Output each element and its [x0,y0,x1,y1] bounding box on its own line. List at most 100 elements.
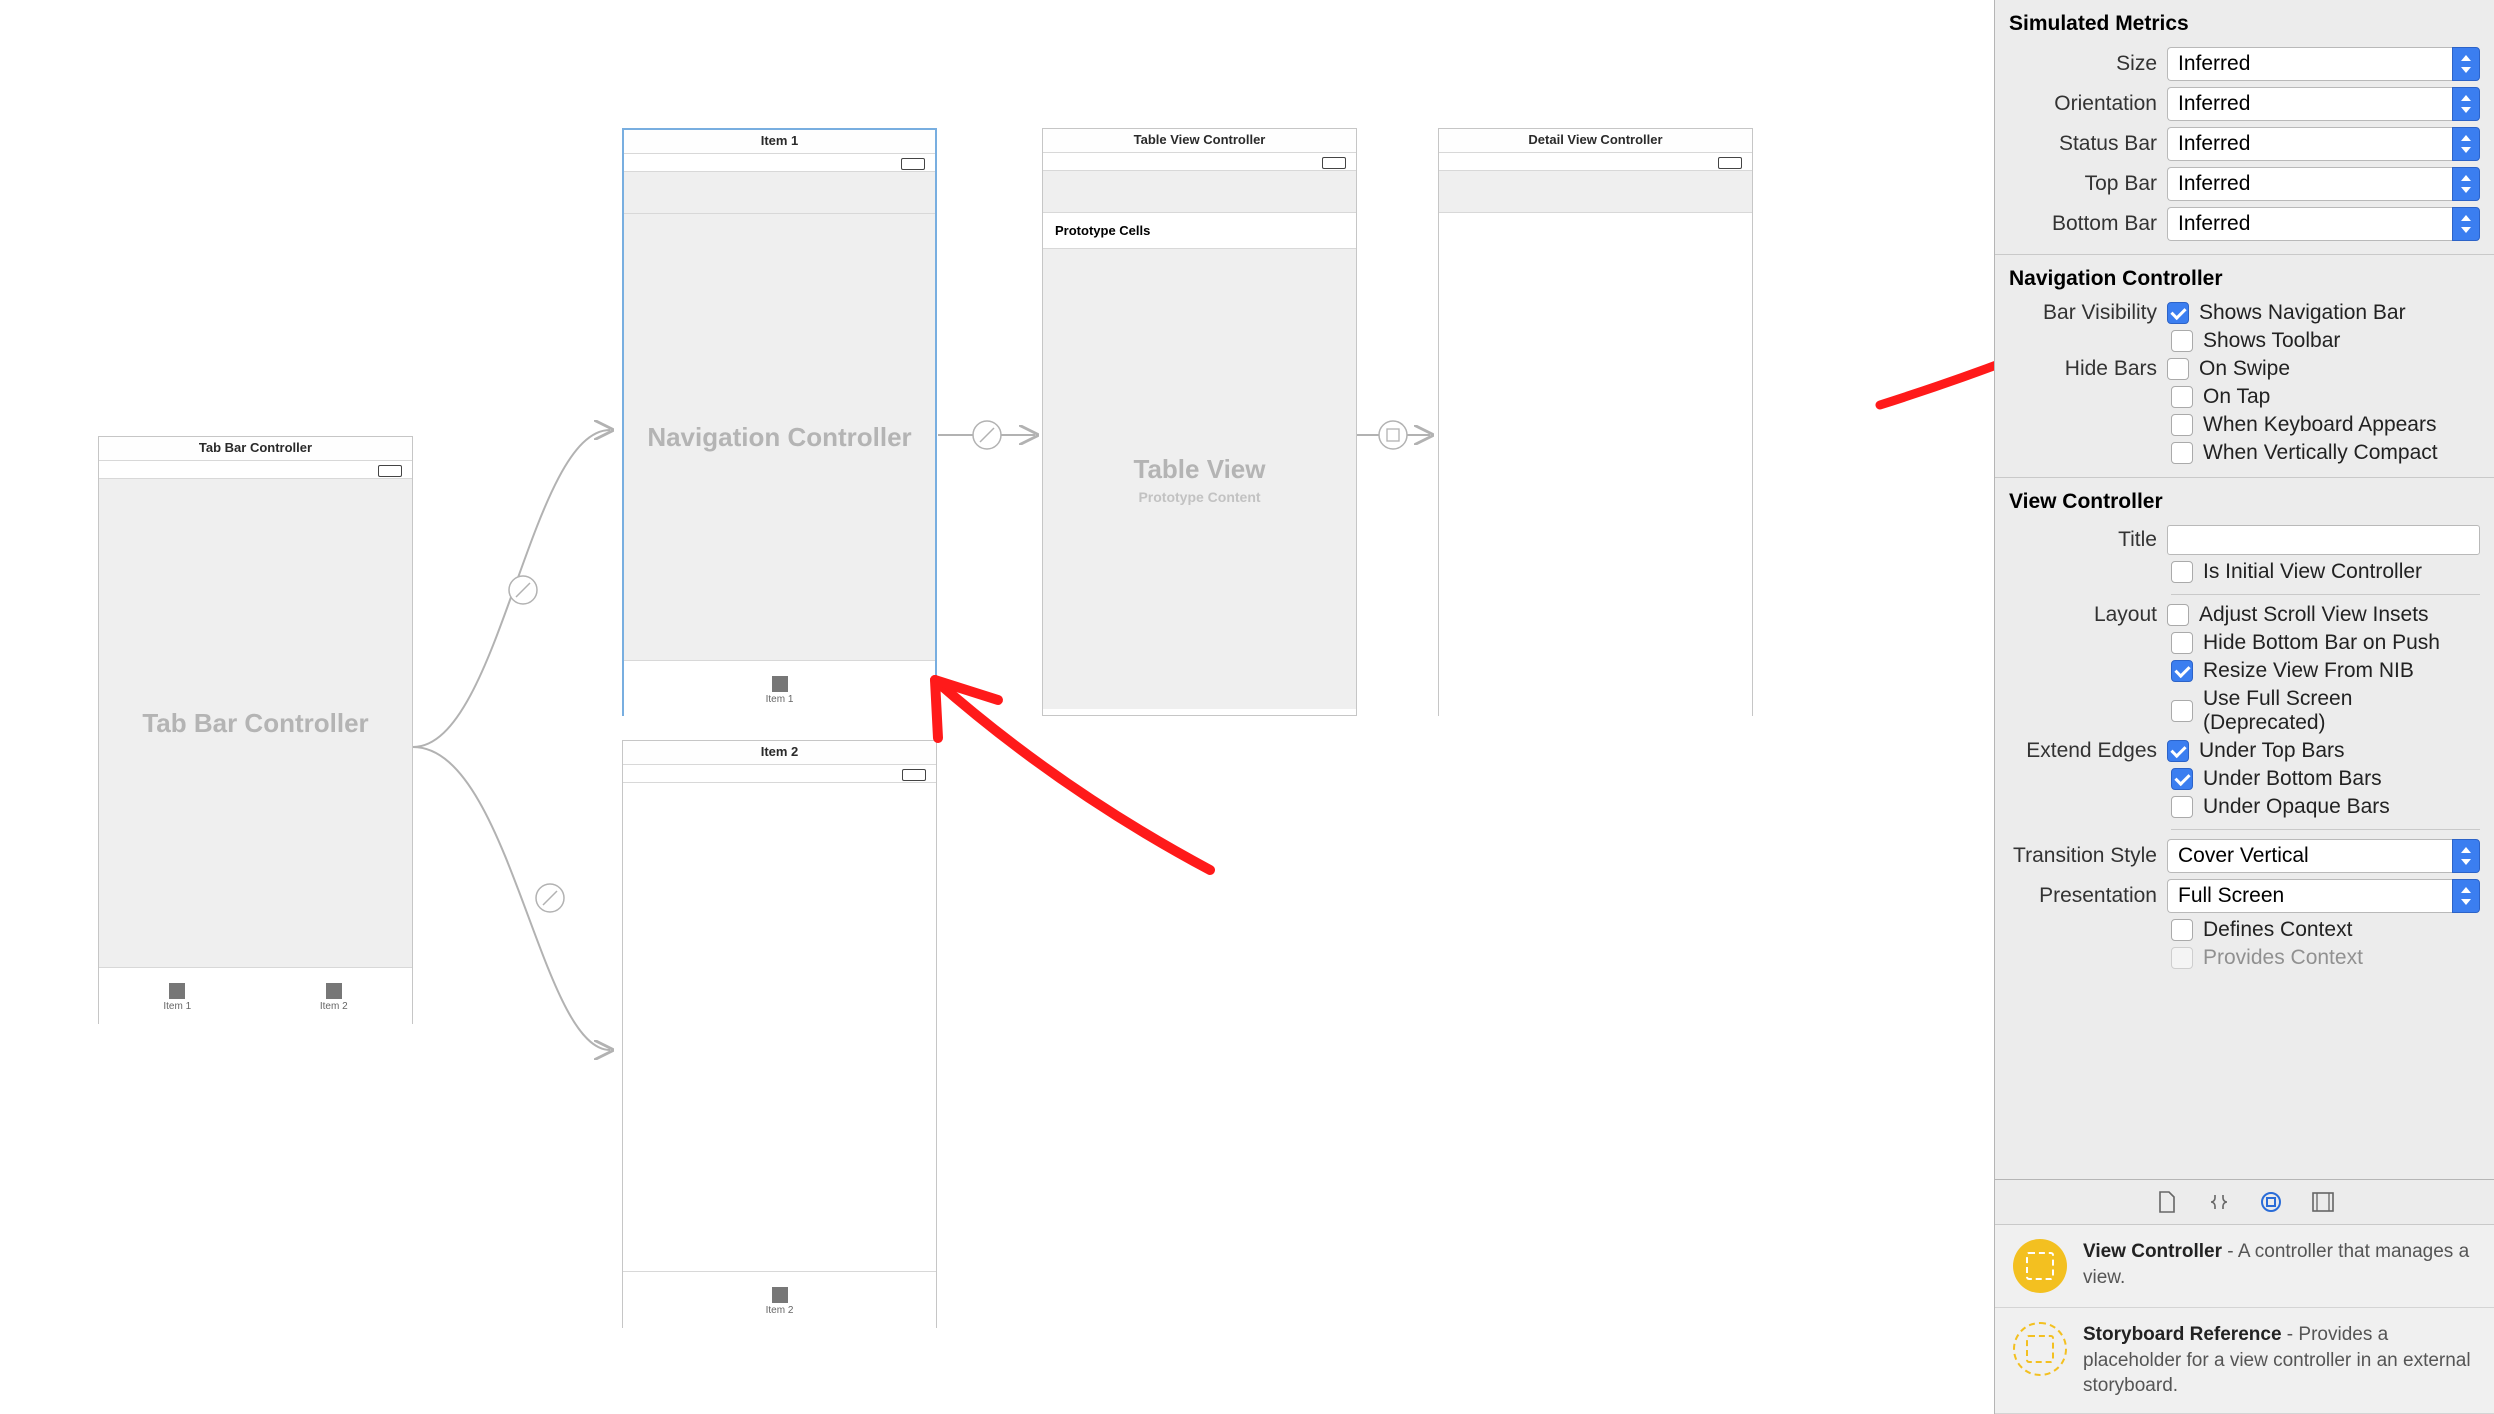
checkbox-initial[interactable] [2171,561,2193,583]
checkbox-label: Hide Bottom Bar on Push [2203,631,2440,655]
scene-body-sub: Prototype Content [1138,489,1260,505]
checkbox-adjust-insets[interactable] [2167,604,2189,626]
checkbox-resize-nib[interactable] [2171,660,2193,682]
tab-label: Item 1 [766,694,794,705]
storyboard-canvas[interactable]: Tab Bar Controller Tab Bar Controller It… [0,0,1920,1414]
checkbox-label: When Vertically Compact [2203,441,2438,465]
library-item-text: Storyboard Reference - Provides a placeh… [2083,1322,2476,1399]
scene-detail[interactable]: Detail View Controller [1438,128,1753,716]
scene-navbar [1439,171,1752,213]
checkbox-provides-context[interactable] [2171,947,2193,969]
scene-tabbar[interactable]: Tab Bar Controller Tab Bar Controller It… [98,436,413,1024]
scene-nav-item1[interactable]: Item 1 Navigation Controller Item 1 [622,128,937,716]
checkbox-label: Under Bottom Bars [2203,767,2382,791]
prototype-cells-header[interactable]: Prototype Cells [1043,213,1356,249]
checkbox-under-top[interactable] [2167,740,2189,762]
scene-title: Detail View Controller [1439,129,1752,153]
scene-statusbar [623,765,936,783]
scene-body: Table View Prototype Content [1043,249,1356,709]
inspector-scroll[interactable]: Simulated Metrics Size Inferred Orientat… [1995,0,2494,1179]
checkbox-label: Provides Context [2203,946,2363,970]
checkbox-shows-navbar[interactable] [2167,302,2189,324]
select-presentation[interactable]: Full Screen [2167,879,2480,913]
label-statusbar: Status Bar [2009,132,2157,156]
checkbox-fullscreen-deprecated[interactable] [2171,700,2193,722]
select-stepper-icon[interactable] [2452,879,2480,913]
label-size: Size [2009,52,2157,76]
select-value: Inferred [2167,207,2452,241]
checkbox-label: Is Initial View Controller [2203,560,2422,584]
label-transition-style: Transition Style [2009,844,2157,868]
tab-media-icon[interactable] [2311,1190,2335,1214]
checkbox-under-opaque[interactable] [2171,796,2193,818]
tab-label: Item 1 [163,1001,191,1012]
checkbox-label: Use Full Screen (Deprecated) [2203,687,2480,735]
scene-tableview[interactable]: Table View Controller Prototype Cells Ta… [1042,128,1357,716]
checkbox-hide-bottom-push[interactable] [2171,632,2193,654]
object-library: View Controller - A controller that mana… [1995,1179,2494,1414]
scene-tabbar-items: Item 2 [623,1271,936,1331]
input-title[interactable] [2167,525,2480,555]
tab-item-2[interactable]: Item 2 [256,968,413,1027]
storyboard-reference-icon [2013,1322,2067,1376]
scene-body-label: Navigation Controller [647,422,911,453]
scene-title: Table View Controller [1043,129,1356,153]
label-bottombar: Bottom Bar [2009,212,2157,236]
label-title: Title [2009,528,2157,552]
select-stepper-icon[interactable] [2452,839,2480,873]
scene-statusbar [624,154,935,172]
select-statusbar[interactable]: Inferred [2167,127,2480,161]
label-layout: Layout [2009,603,2157,627]
select-topbar[interactable]: Inferred [2167,167,2480,201]
select-value: Inferred [2167,127,2452,161]
checkbox-label: Resize View From NIB [2203,659,2414,683]
checkbox-defines-context[interactable] [2171,919,2193,941]
tab-code-icon[interactable] [2207,1190,2231,1214]
section-title: Simulated Metrics [1995,6,2494,44]
scene-body [1439,213,1752,719]
label-hide-bars: Hide Bars [2009,357,2157,381]
section-title: View Controller [1995,484,2494,522]
select-orientation[interactable]: Inferred [2167,87,2480,121]
scene-nav-item2[interactable]: Item 2 Item 2 [622,740,937,1328]
scene-navbar [624,172,935,214]
label-bar-visibility: Bar Visibility [2009,301,2157,325]
select-stepper-icon[interactable] [2452,167,2480,201]
checkbox-compact[interactable] [2171,442,2193,464]
checkbox-label: Shows Navigation Bar [2199,301,2406,325]
label-extend-edges: Extend Edges [2009,739,2157,763]
object-library-tabs [1995,1180,2494,1225]
checkbox-onswipe[interactable] [2167,358,2189,380]
tab-label: Item 2 [320,1001,348,1012]
select-size[interactable]: Inferred [2167,47,2480,81]
label-presentation: Presentation [2009,884,2157,908]
label-topbar: Top Bar [2009,172,2157,196]
library-item-storyboard-reference[interactable]: Storyboard Reference - Provides a placeh… [1995,1308,2494,1414]
checkbox-label: Under Opaque Bars [2203,795,2390,819]
section-view-controller: View Controller Title Is Initial View Co… [1995,478,2494,982]
checkbox-label: On Swipe [2199,357,2290,381]
select-stepper-icon[interactable] [2452,207,2480,241]
library-item-view-controller[interactable]: View Controller - A controller that mana… [1995,1225,2494,1308]
inspector-panel: Simulated Metrics Size Inferred Orientat… [1994,0,2494,1414]
checkbox-label: Defines Context [2203,918,2352,942]
checkbox-shows-toolbar[interactable] [2171,330,2193,352]
section-title: Navigation Controller [1995,261,2494,299]
scene-tabbar-items: Item 1 Item 2 [99,967,412,1027]
tab-item[interactable]: Item 2 [623,1272,936,1331]
tab-file-icon[interactable] [2155,1190,2179,1214]
select-stepper-icon[interactable] [2452,127,2480,161]
select-transition-style[interactable]: Cover Vertical [2167,839,2480,873]
checkbox-ontap[interactable] [2171,386,2193,408]
select-stepper-icon[interactable] [2452,87,2480,121]
tab-objects-icon[interactable] [2259,1190,2283,1214]
tab-icon [772,1287,788,1303]
checkbox-under-bottom[interactable] [2171,768,2193,790]
select-bottombar[interactable]: Inferred [2167,207,2480,241]
scene-statusbar [1439,153,1752,171]
scene-title: Tab Bar Controller [99,437,412,461]
select-stepper-icon[interactable] [2452,47,2480,81]
tab-item-1[interactable]: Item 1 [99,968,256,1027]
tab-item[interactable]: Item 1 [624,661,935,720]
checkbox-keyboard[interactable] [2171,414,2193,436]
